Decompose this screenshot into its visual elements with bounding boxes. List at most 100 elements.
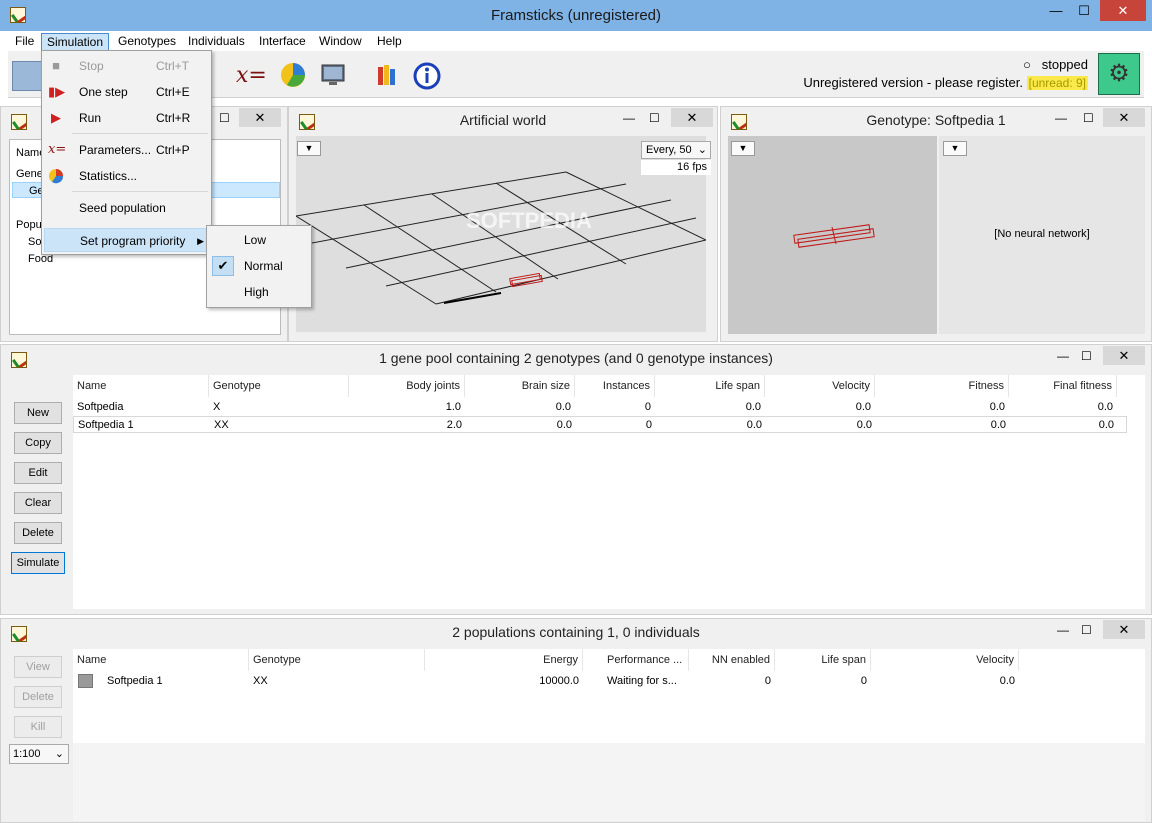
speed-value: Every, 50 xyxy=(646,144,692,156)
menu-separator xyxy=(72,191,208,192)
cell-name: Softpedia 1 xyxy=(107,675,163,687)
table-row[interactable]: Softpedia X 1.0 0.0 0 0.0 0.0 0.0 0.0 xyxy=(73,399,1125,416)
simulate-button[interactable]: Simulate xyxy=(11,552,65,574)
column-header[interactable]: Genotype xyxy=(249,649,425,671)
menu-file[interactable]: File xyxy=(10,33,39,51)
menu-bar: File Simulation Genotypes Individuals In… xyxy=(8,31,1144,51)
close-button[interactable]: ✕ xyxy=(1100,0,1146,21)
table-row[interactable]: Softpedia 1 XX 2.0 0.0 0 0.0 0.0 0.0 0.0 xyxy=(73,416,1127,433)
menu-item-parameters[interactable]: 𝑥= Parameters... Ctrl+P xyxy=(44,138,209,162)
books-icon[interactable] xyxy=(372,61,402,91)
maximize-icon[interactable]: ☐ xyxy=(219,111,230,125)
menu-item-one-step[interactable]: ▮▶ One step Ctrl+E xyxy=(44,80,209,104)
maximize-button[interactable]: ☐ xyxy=(1070,0,1098,21)
body-preview[interactable] xyxy=(728,136,937,334)
priority-normal[interactable]: ✔ Normal xyxy=(209,254,309,278)
step-icon: ▮▶ xyxy=(48,84,66,99)
kill-button[interactable]: Kill xyxy=(14,716,62,738)
panel-close-button[interactable]: ✕ xyxy=(1103,108,1145,127)
menu-item-statistics[interactable]: Statistics... xyxy=(44,164,209,188)
column-header[interactable]: Fitness xyxy=(875,375,1009,397)
window-title: Framsticks (unregistered) xyxy=(490,7,662,24)
minimize-icon[interactable]: — xyxy=(1057,623,1069,637)
monitor-icon[interactable] xyxy=(318,61,348,91)
neural-view-dropdown[interactable]: ▼ xyxy=(943,141,967,156)
column-header[interactable]: Life span xyxy=(655,375,765,397)
genotype-table[interactable]: Name Genotype Body joints Brain size Ins… xyxy=(73,375,1145,609)
column-header[interactable]: Velocity xyxy=(765,375,875,397)
minimize-button[interactable]: — xyxy=(1042,0,1070,21)
panel-close-button[interactable]: ✕ xyxy=(239,108,281,127)
cell-instances: 0 xyxy=(645,419,652,431)
column-header[interactable]: Brain size xyxy=(465,375,575,397)
delete-individual-button[interactable]: Delete xyxy=(14,686,62,708)
column-header[interactable]: Performance ... xyxy=(603,649,689,671)
menu-window[interactable]: Window xyxy=(314,33,367,51)
cell-life-span: 0 xyxy=(860,675,867,687)
table-row[interactable]: Softpedia 1 XX 10000.0 Waiting for s... … xyxy=(73,673,1125,690)
stop-icon: ■ xyxy=(52,58,60,73)
register-text[interactable]: Unregistered version - please register. xyxy=(803,75,1023,90)
copy-button[interactable]: Copy xyxy=(14,432,62,454)
column-header[interactable]: Velocity xyxy=(871,649,1019,671)
info-icon[interactable] xyxy=(412,61,442,91)
cell-genotype: X xyxy=(213,401,221,413)
column-header[interactable]: Energy xyxy=(425,649,583,671)
gears-icon[interactable]: ⚙ xyxy=(1098,53,1140,95)
submenu-arrow-icon: ▶ xyxy=(197,236,204,246)
population-title: 2 populations containing 1, 0 individual… xyxy=(452,624,700,640)
menu-item-set-priority[interactable]: Set program priority ▶ xyxy=(44,228,209,252)
maximize-icon[interactable]: ☐ xyxy=(1081,349,1092,363)
view-button[interactable]: View xyxy=(14,656,62,678)
cell-brain-size: 0.0 xyxy=(556,419,572,431)
maximize-icon[interactable]: ☐ xyxy=(1081,623,1092,637)
clear-button[interactable]: Clear xyxy=(14,492,62,514)
edit-button[interactable]: Edit xyxy=(14,462,62,484)
column-header[interactable]: Name xyxy=(73,649,249,671)
column-header[interactable]: Body joints xyxy=(349,375,465,397)
world-panel: Artificial world — ☐ ✕ SOFTPEDIA ▼ Every… xyxy=(288,106,718,342)
cell-genotype: XX xyxy=(253,675,268,687)
maximize-icon[interactable]: ☐ xyxy=(1083,111,1094,125)
panel-close-button[interactable]: ✕ xyxy=(671,108,713,127)
new-button[interactable]: New xyxy=(14,402,62,424)
neural-view[interactable]: [No neural network] xyxy=(939,136,1145,334)
zoom-select[interactable]: 1:100 ⌄ xyxy=(9,744,69,764)
column-header[interactable]: Life span xyxy=(785,649,871,671)
minimize-icon[interactable]: — xyxy=(623,111,635,125)
menu-interface[interactable]: Interface xyxy=(254,33,311,51)
menu-separator xyxy=(72,133,208,134)
column-header[interactable]: Final fitness xyxy=(1009,375,1117,397)
body-view-dropdown[interactable]: ▼ xyxy=(731,141,755,156)
formula-icon[interactable]: 𝑥= xyxy=(236,61,267,91)
maximize-icon[interactable]: ☐ xyxy=(649,111,660,125)
world-view-dropdown[interactable]: ▼ xyxy=(297,141,321,156)
column-header[interactable]: NN enabled xyxy=(689,649,775,671)
column-header[interactable]: Instances xyxy=(575,375,655,397)
cell-body-joints: 1.0 xyxy=(445,401,461,413)
menu-item-seed-population[interactable]: Seed population xyxy=(44,196,209,220)
unread-badge[interactable]: [unread: 9] xyxy=(1026,76,1088,90)
menu-item-stop[interactable]: ■ Stop Ctrl+T xyxy=(44,54,209,78)
speed-select[interactable]: Every, 50 ⌄ xyxy=(641,141,711,159)
panel-close-button[interactable]: ✕ xyxy=(1103,346,1145,365)
individuals-table[interactable]: Name Genotype Energy Performance ... NN … xyxy=(73,649,1145,743)
pie-chart-icon[interactable] xyxy=(278,61,308,91)
menu-help[interactable]: Help xyxy=(372,33,407,51)
menu-individuals[interactable]: Individuals xyxy=(183,33,250,51)
panel-close-button[interactable]: ✕ xyxy=(1103,620,1145,639)
minimize-icon[interactable]: — xyxy=(1055,111,1067,125)
cell-nn-enabled: 0 xyxy=(764,675,771,687)
menu-genotypes[interactable]: Genotypes xyxy=(113,33,181,51)
column-header[interactable]: Genotype xyxy=(209,375,349,397)
priority-low[interactable]: Low xyxy=(209,228,309,252)
delete-button[interactable]: Delete xyxy=(14,522,62,544)
menu-simulation[interactable]: Simulation xyxy=(41,33,110,51)
neural-network-label: [No neural network] xyxy=(994,228,1090,240)
menu-item-run[interactable]: ▶ Run Ctrl+R xyxy=(44,106,209,130)
column-header[interactable]: Name xyxy=(73,375,209,397)
priority-high[interactable]: High xyxy=(209,280,309,304)
minimize-icon[interactable]: — xyxy=(1057,349,1069,363)
status-area: ○ stopped Unregistered version - please … xyxy=(803,57,1088,90)
zoom-value: 1:100 xyxy=(13,748,41,760)
